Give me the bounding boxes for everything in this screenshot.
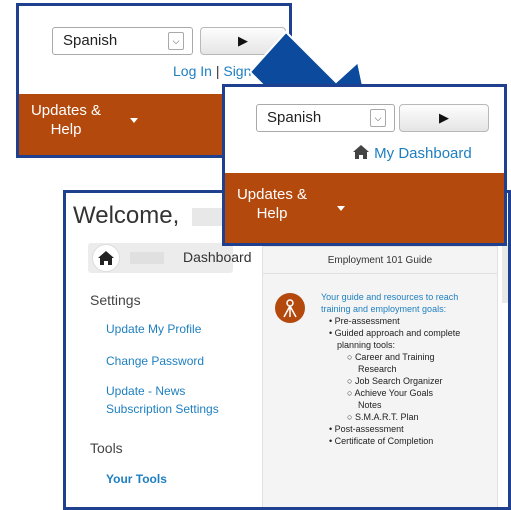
chevron-down-icon: ⌵ <box>168 32 184 50</box>
tools-heading: Tools <box>90 440 123 456</box>
language-value: Spanish <box>267 109 322 126</box>
list-item: • Guided approach and complete <box>329 328 461 338</box>
language-select[interactable]: Spanish ⌵ <box>52 27 193 55</box>
updates-help-menu[interactable]: Updates & Help <box>233 185 311 223</box>
scrollbar[interactable] <box>502 243 508 303</box>
list-item: ○ S.M.A.R.T. Plan <box>347 412 419 422</box>
dashboard-label: Dashboard <box>183 249 252 265</box>
guide-intro: Your guide and resources to reach traini… <box>321 292 459 314</box>
login-link[interactable]: Log In <box>173 63 212 79</box>
change-password-link[interactable]: Change Password <box>106 354 204 368</box>
list-item: • Pre-assessment <box>329 316 400 326</box>
list-item: • Certificate of Completion <box>329 436 434 446</box>
your-tools-link[interactable]: Your Tools <box>106 472 167 486</box>
my-dashboard-link[interactable]: My Dashboard <box>352 144 472 162</box>
menu-caret-icon <box>337 206 345 211</box>
list-item: ○ Achieve Your Goals <box>347 388 434 398</box>
menu-caret-icon <box>130 118 138 123</box>
play-button[interactable]: ▶ <box>399 104 489 132</box>
news-subscription-link-line2[interactable]: Subscription Settings <box>106 402 219 416</box>
updates-help-menu[interactable]: Updates & Help <box>29 101 103 139</box>
update-profile-link[interactable]: Update My Profile <box>106 322 201 336</box>
guide-box: Employment 101 Guide Your guide and reso… <box>262 246 498 507</box>
list-item: Research <box>358 364 397 374</box>
user-name-redacted <box>191 207 226 226</box>
dashboard-card[interactable]: Dashboard <box>88 243 252 273</box>
guide-title: Employment 101 Guide <box>327 255 433 266</box>
play-icon: ▶ <box>238 33 248 48</box>
chevron-down-icon: ⌵ <box>370 109 386 127</box>
signup-link[interactable]: Sign Up <box>223 63 273 79</box>
guide-list: • Pre-assessment • Guided approach and c… <box>329 315 460 447</box>
home-icon <box>92 244 120 272</box>
menu-bar: Updates & Help <box>225 173 504 243</box>
list-item: Notes <box>358 400 382 410</box>
career-path-icon <box>275 293 305 323</box>
auth-links: Log In | Sign Up <box>173 63 273 79</box>
play-button[interactable]: ▶ <box>200 27 286 55</box>
auth-separator: | <box>215 63 220 79</box>
list-item: ○ Job Search Organizer <box>347 376 443 386</box>
welcome-heading: Welcome, <box>73 202 226 230</box>
list-item: planning tools: <box>337 340 396 350</box>
list-item: ○ Career and Training <box>347 352 435 362</box>
play-icon: ▶ <box>439 110 449 125</box>
user-name-redacted <box>130 252 164 264</box>
news-subscription-link-line1[interactable]: Update - News <box>106 384 185 398</box>
logged-in-header-panel: Spanish ⌵ ▶ My Dashboard Updates & Help <box>222 84 507 246</box>
language-select[interactable]: Spanish ⌵ <box>256 104 395 132</box>
list-item: • Post-assessment <box>329 424 404 434</box>
language-value: Spanish <box>63 32 118 49</box>
settings-heading: Settings <box>90 292 141 308</box>
home-icon <box>353 145 369 159</box>
